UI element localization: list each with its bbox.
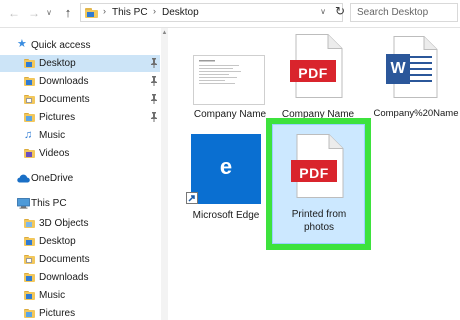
folder-icon	[24, 218, 36, 229]
shortcut-arrow-icon	[186, 192, 198, 204]
nav-item-this-pc[interactable]: This PC	[0, 195, 160, 212]
file-item-printed-from-photos[interactable]: PDF Printed from photos	[272, 124, 365, 244]
back-arrow-icon[interactable]: ←	[6, 4, 22, 22]
folder-icon	[24, 308, 36, 319]
address-bar-row: ← → ∨ ↑ › This PC › Desktop ∨ ↻ Search D…	[0, 0, 460, 28]
refresh-icon[interactable]: ↻	[333, 4, 347, 18]
word-badge: W	[390, 60, 406, 77]
pin-icon[interactable]	[150, 76, 158, 86]
folder-icon	[24, 58, 36, 69]
nav-label: Desktop	[39, 236, 76, 247]
nav-item-documents[interactable]: Documents	[0, 91, 160, 108]
address-box[interactable]: › This PC › Desktop ∨	[80, 3, 343, 22]
nav-item-downloads-pc[interactable]: Downloads	[0, 269, 160, 286]
nav-item-music-pc[interactable]: Music	[0, 287, 160, 304]
nav-item-pictures-pc[interactable]: Pictures	[0, 305, 160, 320]
file-name: Printed from photos	[291, 209, 347, 233]
folder-icon	[24, 148, 36, 159]
nav-item-downloads[interactable]: Downloads	[0, 73, 160, 90]
scroll-up-arrow-icon[interactable]: ▲	[161, 30, 168, 36]
up-arrow-icon[interactable]: ↑	[60, 4, 76, 22]
pdf-badge: PDF	[298, 65, 328, 81]
file-item-microsoft-edge[interactable]: e Microsoft Edge	[186, 134, 278, 234]
nav-item-3d-objects[interactable]: 3D Objects	[0, 215, 160, 232]
nav-label: Music	[39, 130, 66, 141]
nav-label: Downloads	[39, 76, 89, 87]
music-icon: ♫	[24, 129, 33, 141]
nav-label: Documents	[39, 94, 90, 105]
computer-icon	[17, 198, 30, 209]
nav-label: Music	[39, 290, 66, 301]
address-dropdown-icon[interactable]: ∨	[320, 7, 326, 16]
edge-logo-icon: e	[219, 154, 233, 179]
nav-label: Documents	[39, 254, 90, 265]
nav-label: Pictures	[39, 112, 76, 123]
nav-label: Videos	[39, 148, 70, 159]
file-item-company-word[interactable]: W Company%20N­ame	[370, 34, 460, 134]
location-folder-icon	[85, 7, 98, 18]
nav-label: Desktop	[39, 58, 76, 69]
breadcrumb-desktop[interactable]: Desktop	[162, 7, 199, 18]
folder-icon	[24, 272, 36, 283]
folder-icon	[24, 112, 36, 123]
nav-label: Quick access	[31, 40, 91, 51]
file-name: Microsoft Edge	[192, 210, 260, 221]
folder-icon	[24, 76, 36, 87]
folder-icon	[24, 94, 36, 105]
pin-icon[interactable]	[150, 112, 158, 122]
forward-arrow-icon[interactable]: →	[26, 4, 42, 22]
nav-item-documents-pc[interactable]: Documents	[0, 251, 160, 268]
nav-pane-scrollbar[interactable]: ▲	[161, 28, 168, 320]
nav-item-quick-access[interactable]: ★ Quick access	[0, 37, 160, 54]
nav-label: This PC	[31, 198, 67, 209]
nav-label: Pictures	[39, 308, 76, 319]
recent-locations-chevron-icon[interactable]: ∨	[44, 4, 54, 22]
file-name: Company%20N­ame	[373, 108, 459, 119]
file-name: Company Name	[193, 109, 267, 120]
nav-item-desktop-pc[interactable]: Desktop	[0, 233, 160, 250]
cloud-icon	[17, 174, 30, 183]
nav-label: 3D Objects	[39, 218, 89, 229]
folder-icon	[24, 254, 36, 265]
nav-item-videos[interactable]: Videos	[0, 145, 160, 162]
pdf-badge: PDF	[299, 165, 329, 181]
folder-icon	[24, 290, 36, 301]
navigation-pane: ★ Quick access Desktop Downloads Documen…	[0, 28, 168, 320]
document-thumbnail-icon	[193, 55, 265, 105]
pin-icon[interactable]	[150, 58, 158, 68]
breadcrumb-chevron-icon: ›	[153, 6, 156, 16]
nav-label: OneDrive	[31, 173, 74, 184]
nav-item-onedrive[interactable]: OneDrive	[0, 170, 160, 187]
breadcrumb-this-pc[interactable]: This PC	[112, 7, 148, 18]
nav-item-desktop[interactable]: Desktop	[0, 55, 160, 72]
nav-item-pictures[interactable]: Pictures	[0, 109, 160, 126]
nav-item-music[interactable]: ♫ Music	[0, 127, 160, 144]
pin-icon[interactable]	[150, 94, 158, 104]
breadcrumb-chevron-icon: ›	[103, 6, 106, 16]
search-input[interactable]: Search Desktop	[357, 7, 428, 18]
nav-label: Downloads	[39, 272, 89, 283]
search-box[interactable]: Search Desktop	[350, 3, 458, 22]
folder-icon	[24, 236, 36, 247]
star-icon: ★	[17, 38, 27, 50]
